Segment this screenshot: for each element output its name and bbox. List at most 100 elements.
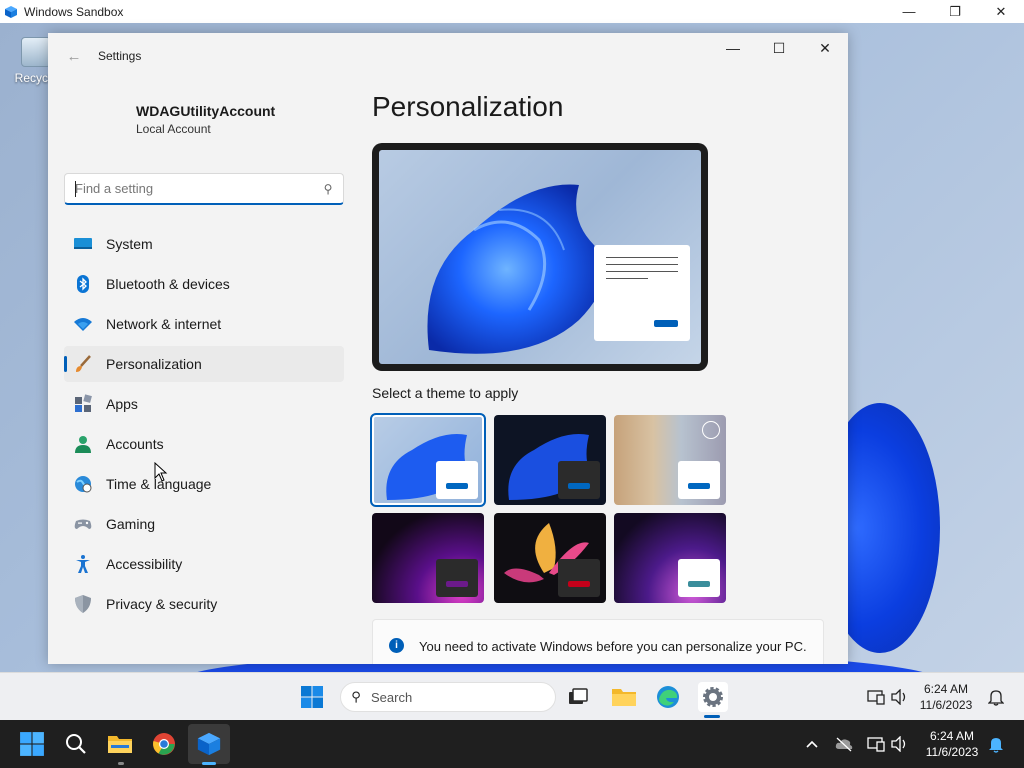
info-icon: i — [389, 638, 404, 653]
guest-time: 6:24 AM — [923, 682, 969, 696]
host-clock[interactable]: 6:24 AM 11/6/2023 — [922, 728, 982, 760]
nav-item-label: Apps — [106, 396, 138, 412]
taskbar-search-box[interactable]: ⚲ Search — [340, 682, 556, 712]
nav-item-privacy-security[interactable]: Privacy & security — [64, 586, 344, 622]
theme-accent-bar — [688, 483, 710, 489]
preview-wallpaper — [379, 150, 701, 364]
theme-accent-bar — [688, 581, 710, 587]
host-titlebar: Windows Sandbox — ❐ ✕ — [0, 0, 1024, 23]
host-minimize-button[interactable]: — — [886, 0, 932, 23]
file-explorer-button[interactable] — [610, 683, 638, 711]
settings-search-box[interactable]: ⚲ — [64, 173, 344, 205]
preview-dialog-window — [594, 245, 690, 341]
host-start-button[interactable] — [18, 730, 46, 758]
folder-icon — [612, 689, 636, 706]
host-maximize-button[interactable]: ❐ — [932, 0, 978, 23]
theme-flow[interactable] — [614, 513, 726, 603]
theme-windows-light[interactable] — [370, 413, 486, 507]
theme-accent-bar — [446, 483, 468, 489]
settings-window-title: Settings — [98, 49, 142, 63]
theme-spotlight[interactable] — [614, 415, 726, 505]
edge-button[interactable] — [654, 683, 682, 711]
nav-item-label: Bluetooth & devices — [106, 276, 230, 292]
text-caret — [75, 181, 76, 197]
theme-captured-motion[interactable] — [494, 513, 606, 603]
search-icon: ⚲ — [351, 689, 361, 704]
account-type: Local Account — [136, 122, 211, 136]
slideshow-icon — [702, 421, 720, 439]
taskbar-search-label: Search — [371, 689, 413, 705]
host-window-controls: — ❐ ✕ — [886, 0, 1024, 23]
nav-item-label: Accounts — [106, 436, 164, 452]
notification-bell-icon[interactable] — [982, 730, 1010, 758]
cloud-offline-icon[interactable] — [830, 730, 858, 758]
activation-notice: i You need to activate Windows before yo… — [372, 619, 824, 664]
nav-item-network[interactable]: Network & internet — [64, 306, 344, 342]
edge-icon — [657, 686, 679, 708]
host-close-button[interactable]: ✕ — [978, 0, 1024, 23]
back-arrow-icon[interactable]: ← — [62, 44, 86, 68]
brush-icon — [72, 353, 94, 375]
wifi-icon — [72, 313, 94, 335]
windows-logo-icon — [20, 732, 44, 756]
search-icon — [66, 734, 86, 754]
nav-item-label: Gaming — [106, 516, 156, 532]
tray-overflow-chevron-icon[interactable] — [798, 730, 826, 758]
volume-icon[interactable] — [886, 683, 914, 711]
theme-section-label: Select a theme to apply — [372, 385, 519, 401]
nav-item-accounts[interactable]: Accounts — [64, 426, 344, 462]
running-indicator — [118, 762, 124, 765]
search-icon: ⚲ — [323, 181, 333, 196]
host-taskbar: 6:24 AM 11/6/2023 — [0, 720, 1024, 768]
settings-window: ← Settings — ☐ ✕ WDAGUtilityAccount Loca… — [48, 33, 848, 664]
windows-logo-icon — [301, 686, 323, 708]
nav-item-label: Privacy & security — [106, 596, 218, 612]
theme-preview — [372, 143, 708, 371]
host-window-title: Windows Sandbox — [24, 4, 124, 19]
guest-clock[interactable]: 6:24 AM 11/6/2023 — [916, 681, 976, 713]
start-button[interactable] — [298, 683, 326, 711]
volume-icon[interactable] — [886, 730, 914, 758]
monitor-icon — [72, 233, 94, 255]
gamepad-icon — [72, 513, 94, 535]
apps-icon — [72, 393, 94, 415]
person-icon — [72, 433, 94, 455]
folder-icon — [108, 736, 132, 753]
accessibility-icon — [72, 553, 94, 575]
windows-sandbox-button[interactable] — [195, 730, 223, 758]
theme-glow[interactable] — [372, 513, 484, 603]
chrome-icon — [153, 733, 175, 755]
sandbox-icon — [197, 732, 221, 756]
settings-taskbar-button[interactable] — [698, 682, 728, 712]
guest-taskbar: ⚲ Search 6:24 AM 11/6/2023 — [0, 672, 1024, 720]
theme-accent-bar — [446, 581, 468, 587]
activation-notice-text: You need to activate Windows before you … — [419, 639, 807, 654]
nav-item-personalization[interactable]: Personalization — [64, 346, 344, 382]
active-app-indicator — [202, 762, 216, 765]
preview-dialog-button — [654, 320, 678, 327]
host-search-button[interactable] — [62, 730, 90, 758]
personalization-content: Personalization Select a theme to apply … — [370, 33, 848, 664]
chrome-button[interactable] — [150, 730, 178, 758]
account-profile[interactable]: WDAGUtilityAccount Local Account — [136, 103, 275, 136]
nav-item-label: Accessibility — [106, 556, 183, 572]
host-time: 6:24 AM — [929, 729, 975, 743]
nav-item-apps[interactable]: Apps — [64, 386, 344, 422]
nav-item-label: Personalization — [106, 356, 202, 372]
settings-search-input[interactable] — [65, 181, 313, 196]
nav-item-gaming[interactable]: Gaming — [64, 506, 344, 542]
theme-windows-dark[interactable] — [494, 415, 606, 505]
mouse-cursor-icon — [154, 462, 168, 482]
active-app-indicator — [704, 715, 720, 718]
notification-bell-icon[interactable] — [982, 683, 1010, 711]
sandbox-icon — [5, 5, 17, 18]
account-name: WDAGUtilityAccount — [136, 103, 276, 119]
globe-clock-icon — [72, 473, 94, 495]
nav-item-accessibility[interactable]: Accessibility — [64, 546, 344, 582]
nav-item-bluetooth[interactable]: Bluetooth & devices — [64, 266, 344, 302]
task-view-icon — [569, 688, 588, 704]
task-view-button[interactable] — [564, 683, 592, 711]
nav-item-time-language[interactable]: Time & language — [64, 466, 344, 502]
nav-item-system[interactable]: System — [64, 226, 344, 262]
host-file-explorer-button[interactable] — [106, 730, 134, 758]
